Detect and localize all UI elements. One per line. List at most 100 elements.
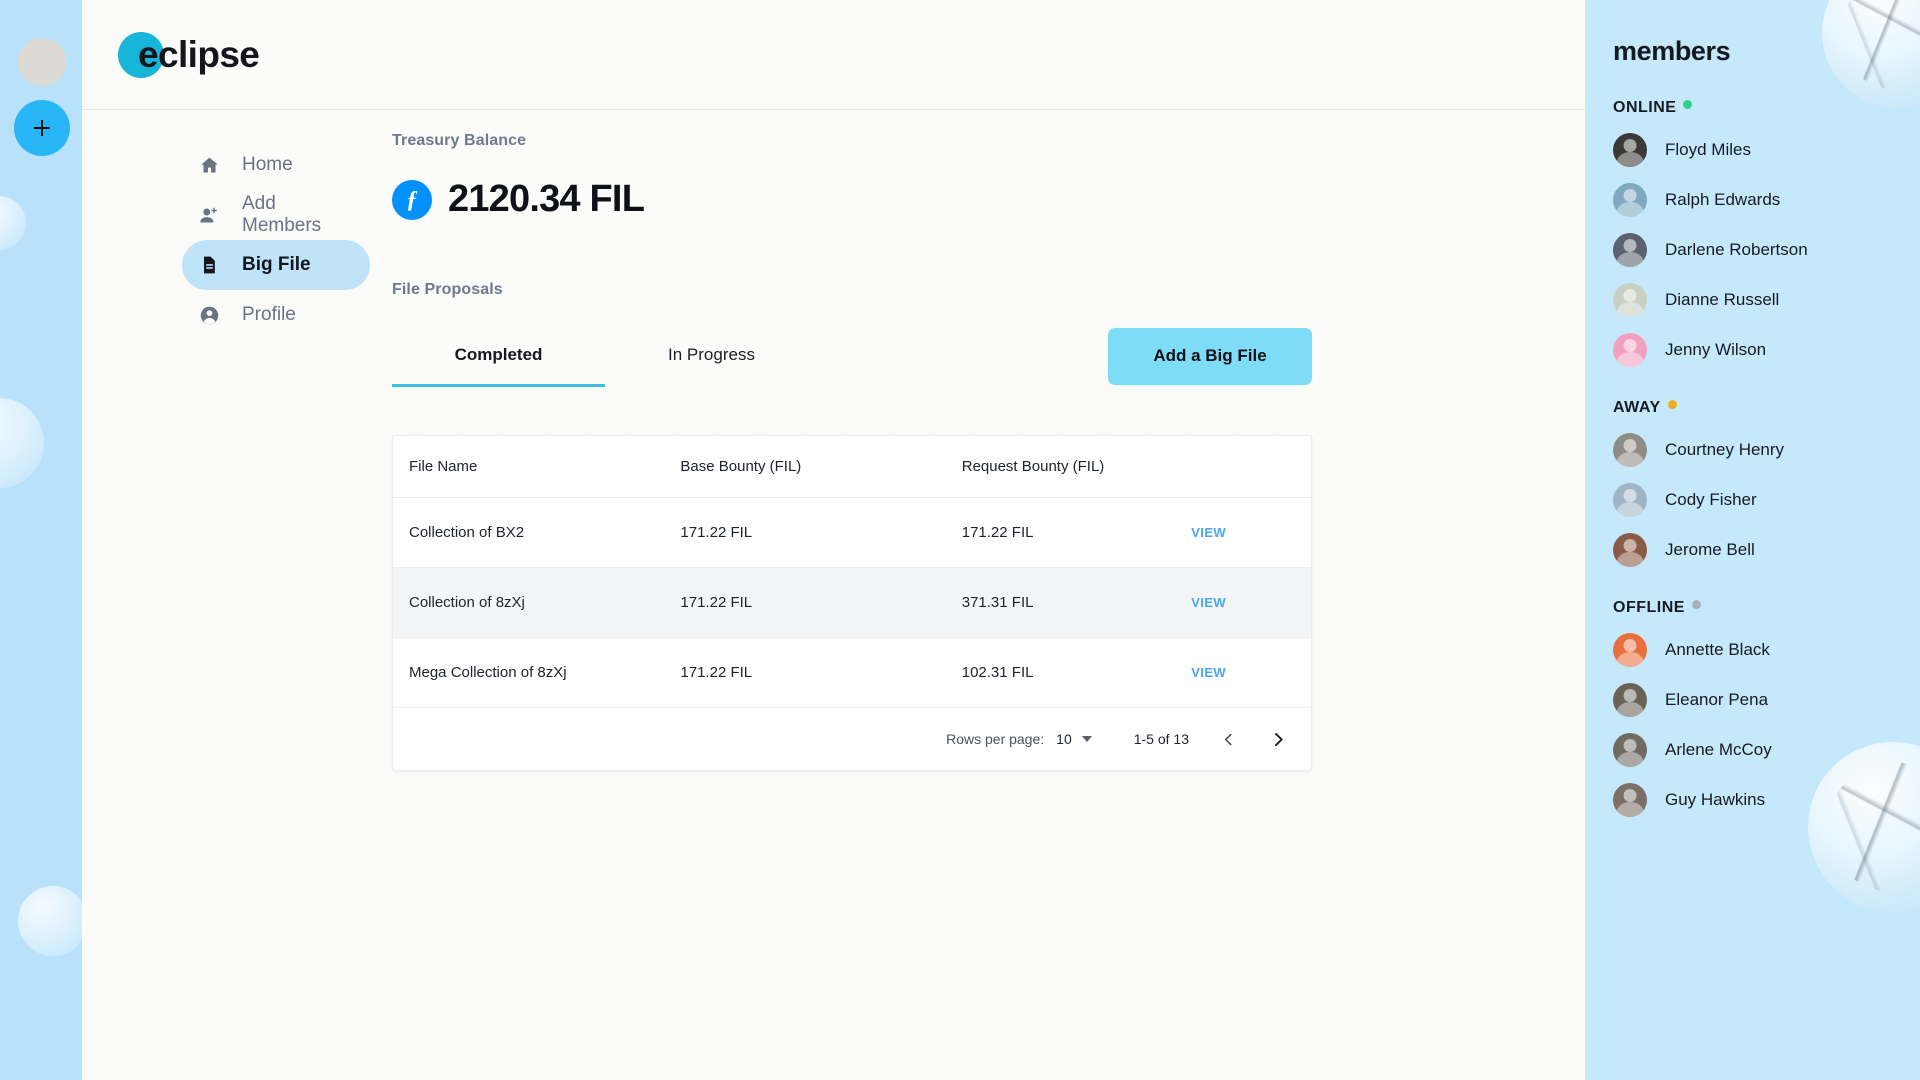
member-name: Eleanor Pena [1665,690,1769,709]
table-row[interactable]: Mega Collection of 8zXj 171.22 FIL 102.3… [393,637,1311,708]
cell-base-bounty: 171.22 FIL [680,637,962,708]
treasury-balance-value: 2120.34 FIL [448,178,645,220]
member-name: Floyd Miles [1665,140,1751,159]
sidebar-item-profile[interactable]: Profile [182,290,370,340]
sidebar-item-label: Add Members [242,193,322,236]
list-item[interactable]: Dianne Russell [1613,283,1920,317]
avatar [1613,633,1647,667]
members-group-offline: OFFLINE Annette Black Eleanor Pena Arlen… [1585,599,1920,817]
rows-per-page-value: 10 [1056,731,1072,747]
list-item[interactable]: Annette Black [1613,633,1920,667]
list-item[interactable]: Courtney Henry [1613,433,1920,467]
list-item[interactable]: Floyd Miles [1613,133,1920,167]
table-body: Collection of BX2 171.22 FIL 171.22 FIL … [393,497,1311,708]
treasury-balance: ƒ 2120.34 FIL [392,178,1585,221]
list-item[interactable]: Darlene Robertson [1613,233,1920,267]
cell-base-bounty: 171.22 FIL [680,497,962,568]
pagination-range: 1-5 of 13 [1133,731,1189,747]
sidebar-nav: Home Add Members Big File Profile [82,110,392,771]
tab-completed[interactable]: Completed [392,325,605,387]
previous-page-button[interactable] [1213,724,1243,754]
view-link[interactable]: VIEW [1191,665,1226,680]
avatar [1613,183,1647,217]
cell-file-name: Collection of 8zXj [393,567,681,638]
sidebar-item-big-file[interactable]: Big File [182,240,370,290]
status-dot-online [1683,100,1693,109]
avatar [1613,333,1647,367]
sidebar-item-home[interactable]: Home [182,140,370,190]
column-header-file-name: File Name [393,436,681,498]
brand-logo[interactable]: eclipse [118,27,260,83]
view-link[interactable]: VIEW [1191,595,1226,610]
member-name: Jenny Wilson [1665,340,1767,359]
group-header: ONLINE [1613,99,1920,117]
cell-request-bounty: 371.31 FIL [961,567,1192,638]
members-group-online: ONLINE Floyd Miles Ralph Edwards Darlene… [1585,99,1920,367]
member-name: Guy Hawkins [1665,790,1766,809]
main-column: eclipse Home Add Members Big File Profil… [82,0,1585,1080]
members-panel: members ONLINE Floyd Miles Ralph Edwards… [1585,0,1920,1080]
body-row: Home Add Members Big File Profile Treasu… [82,110,1585,771]
group-label: ONLINE [1613,99,1677,116]
chevron-down-icon [1081,736,1092,742]
chevron-right-icon [1274,732,1283,746]
avatar [1613,433,1647,467]
table-header-row: File Name Base Bounty (FIL) Request Boun… [393,436,1311,498]
avatar [1613,483,1647,517]
file-proposals-label: File Proposals [392,281,503,298]
left-rail [0,0,82,1080]
list-item[interactable]: Jenny Wilson [1613,333,1920,367]
status-dot-away [1667,400,1677,409]
decorative-orb [18,886,82,956]
avatar [1613,733,1647,767]
group-header: OFFLINE [1613,599,1920,617]
member-name: Ralph Edwards [1665,190,1781,209]
avatar[interactable] [18,38,66,86]
chevron-left-icon [1224,733,1232,745]
member-name: Dianne Russell [1665,290,1780,309]
rows-per-page-select[interactable]: 10 [1056,731,1092,747]
cell-action: VIEW [1191,497,1311,568]
table-pagination: Rows per page: 10 1-5 of 13 [393,708,1311,770]
rows-per-page-label: Rows per page: [946,731,1045,747]
group-label: AWAY [1613,399,1661,416]
list-item[interactable]: Guy Hawkins [1613,783,1920,817]
account-circle-icon [198,304,220,326]
content-area: Treasury Balance ƒ 2120.34 FIL File Prop… [392,110,1585,771]
plus-icon [34,120,50,136]
decorative-orb [0,196,26,250]
cell-file-name: Collection of BX2 [393,497,681,568]
sidebar-item-add-members[interactable]: Add Members [182,190,370,240]
list-item[interactable]: Ralph Edwards [1613,183,1920,217]
cell-action: VIEW [1191,567,1311,638]
cell-file-name: Mega Collection of 8zXj [393,637,681,708]
group-label: OFFLINE [1613,599,1685,616]
member-name: Courtney Henry [1665,440,1785,459]
tab-in-progress[interactable]: In Progress [605,325,818,387]
sidebar-item-label: Profile [242,304,296,325]
table-row[interactable]: Collection of 8zXj 171.22 FIL 371.31 FIL… [393,567,1311,638]
cell-request-bounty: 102.31 FIL [961,637,1192,708]
cell-action: VIEW [1191,637,1311,708]
table-row[interactable]: Collection of BX2 171.22 FIL 171.22 FIL … [393,497,1311,568]
list-item[interactable]: Eleanor Pena [1613,683,1920,717]
avatar [1613,783,1647,817]
column-header-request-bounty: Request Bounty (FIL) [961,436,1192,498]
list-item[interactable]: Jerome Bell [1613,533,1920,567]
avatar [1613,683,1647,717]
member-name: Cody Fisher [1665,490,1757,509]
table-head: File Name Base Bounty (FIL) Request Boun… [393,436,1311,498]
add-a-big-file-button[interactable]: Add a Big File [1108,327,1312,385]
filecoin-icon: ƒ [392,179,432,220]
logo-text: eclipse [138,33,260,75]
file-proposals-table-card: File Name Base Bounty (FIL) Request Boun… [392,435,1312,771]
list-item[interactable]: Cody Fisher [1613,483,1920,517]
add-workspace-button[interactable] [14,100,70,156]
top-bar: eclipse [82,0,1585,110]
next-page-button[interactable] [1263,724,1293,754]
list-item[interactable]: Arlene McCoy [1613,733,1920,767]
status-dot-offline [1691,600,1701,609]
file-proposals-table: File Name Base Bounty (FIL) Request Boun… [393,436,1311,708]
avatar [1613,233,1647,267]
view-link[interactable]: VIEW [1191,525,1226,540]
